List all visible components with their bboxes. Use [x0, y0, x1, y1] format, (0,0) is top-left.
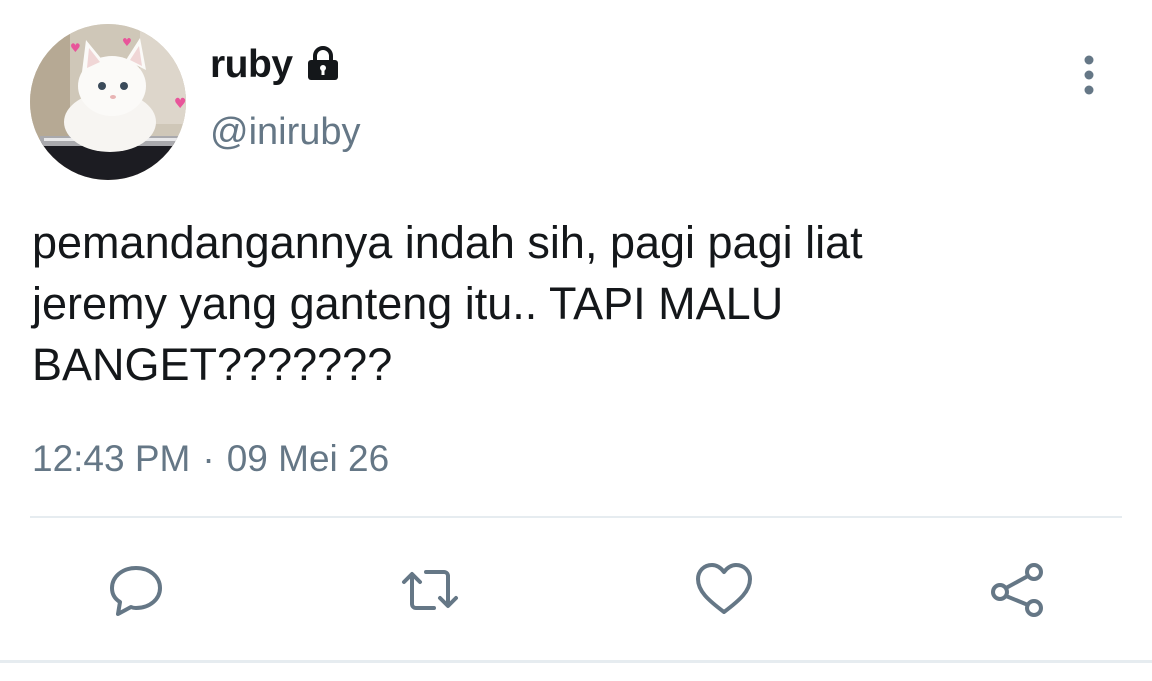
timestamp-separator: ·	[202, 438, 215, 479]
reply-icon	[110, 566, 162, 616]
share-icon	[991, 563, 1043, 617]
retweet-icon	[402, 570, 458, 610]
user-display-name[interactable]: ruby	[210, 44, 343, 84]
like-button[interactable]	[694, 560, 754, 620]
svg-text:♥: ♥	[174, 96, 186, 112]
divider	[30, 516, 1122, 518]
lock-icon	[303, 44, 343, 84]
user-handle[interactable]: @iniruby	[210, 113, 361, 151]
more-vertical-icon[interactable]	[1074, 54, 1104, 98]
display-name-text: ruby	[210, 42, 293, 86]
tweet-time: 12:43 PM	[32, 438, 191, 479]
white-cat-avatar-image: ♥ ♥ ♥	[30, 24, 186, 180]
svg-text:♥: ♥	[70, 41, 81, 55]
retweet-button[interactable]	[400, 560, 460, 620]
tweet-text: pemandangannya indah sih, pagi pagi liat…	[32, 217, 863, 390]
reply-button[interactable]	[106, 560, 166, 620]
tweet-timestamp: 12:43 PM · 09 Mei 26	[32, 440, 389, 477]
bottom-divider	[0, 660, 1152, 663]
share-button[interactable]	[988, 560, 1048, 620]
avatar[interactable]: ♥ ♥ ♥	[30, 24, 186, 180]
tweet-date: 09 Mei 26	[226, 438, 390, 479]
tweet-card: ♥ ♥ ♥ ruby @iniruby pemandangannya indah…	[0, 0, 1152, 681]
svg-text:♥: ♥	[122, 36, 132, 49]
like-icon	[696, 563, 752, 614]
